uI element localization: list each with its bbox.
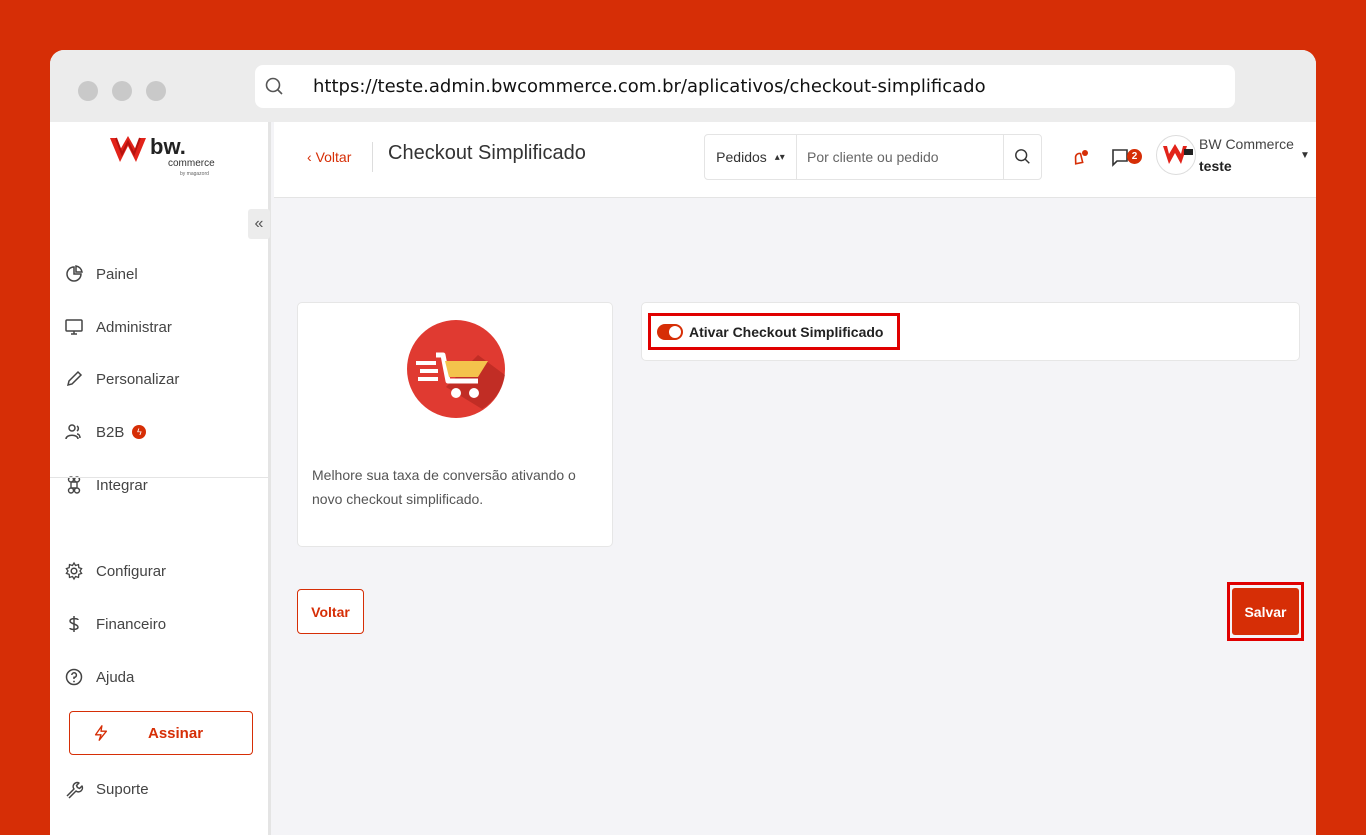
sidebar-item-configurar[interactable]: Configurar: [64, 556, 166, 586]
logo-byline: by magazord: [180, 171, 209, 177]
updown-caret-icon: ▴▾: [774, 151, 785, 163]
app-info-card: Melhore sua taxa de conversão ativando o…: [297, 302, 613, 547]
settings-card: Ativar Checkout Simplificado: [641, 302, 1300, 361]
address-bar[interactable]: https://teste.admin.bwcommerce.com.br/ap…: [255, 65, 1235, 108]
sidebar-item-label: Financeiro: [96, 615, 167, 633]
caret-down-icon[interactable]: ▼: [1300, 150, 1310, 161]
logo-wordmark: bw.: [150, 134, 186, 159]
url-text[interactable]: https://teste.admin.bwcommerce.com.br/ap…: [313, 76, 986, 97]
help-circle-icon: [65, 668, 83, 686]
pencil-icon: [66, 370, 83, 387]
admin-app: bw. commerce by magazord « Painel Admini…: [50, 122, 1316, 835]
window-close-dot[interactable]: [78, 81, 98, 101]
store-name[interactable]: teste: [1199, 158, 1232, 174]
back-button[interactable]: Voltar: [297, 589, 364, 634]
global-search: Pedidos ▴▾: [704, 134, 1042, 180]
double-chevron-left-icon: «: [254, 215, 264, 232]
subscribe-button[interactable]: Assinar: [69, 711, 253, 755]
bw-commerce-logo[interactable]: bw. commerce by magazord: [108, 130, 228, 180]
subscribe-button-label: Assinar: [148, 724, 204, 742]
notification-bell-icon[interactable]: [1069, 147, 1091, 169]
avatar[interactable]: [1156, 135, 1196, 175]
sidebar-item-label: Integrar: [96, 476, 148, 494]
header-divider: [372, 142, 373, 172]
browser-window: https://teste.admin.bwcommerce.com.br/ap…: [50, 50, 1316, 835]
search-input[interactable]: [807, 149, 1007, 165]
sidebar-item-integrar[interactable]: Integrar: [64, 470, 148, 500]
sidebar-divider: [50, 477, 271, 478]
sidebar-item-ajuda[interactable]: Ajuda: [64, 662, 134, 692]
window-minimize-dot[interactable]: [112, 81, 132, 101]
logo-subtext: commerce: [168, 158, 215, 169]
dollar-icon: [69, 616, 79, 632]
pie-chart-icon: [66, 265, 83, 282]
sidebar-item-label: Configurar: [96, 562, 167, 580]
search-scope-value: Pedidos: [716, 149, 767, 165]
store-logo-icon: [1163, 144, 1193, 164]
sidebar-item-administrar[interactable]: Administrar: [64, 312, 172, 342]
sidebar-item-personalizar[interactable]: Personalizar: [64, 364, 179, 394]
save-button[interactable]: Salvar: [1232, 588, 1299, 635]
shopping-cart-icon: [407, 320, 505, 418]
messages-count-badge: 2: [1127, 149, 1142, 164]
enable-checkout-toggle[interactable]: [657, 323, 683, 340]
collapse-sidebar-button[interactable]: «: [248, 209, 270, 239]
search-button[interactable]: [1003, 135, 1041, 179]
sidebar-item-label: Ajuda: [96, 668, 135, 686]
sidebar-item-label: Administrar: [96, 318, 172, 336]
sidebar-item-painel[interactable]: Painel: [64, 259, 138, 289]
premium-bolt-badge-icon: ϟ: [132, 425, 147, 439]
wrench-icon: [66, 781, 84, 799]
gear-icon: [65, 561, 83, 581]
app-description: Melhore sua taxa de conversão ativando o…: [312, 467, 576, 507]
lightning-bolt-icon: [94, 725, 108, 741]
chevron-left-icon: ‹: [307, 149, 316, 165]
search-icon: [1014, 149, 1030, 164]
sidebar-item-label: B2B: [96, 423, 125, 441]
enable-checkout-label[interactable]: Ativar Checkout Simplificado: [689, 324, 883, 340]
sidebar: bw. commerce by magazord « Painel Admini…: [50, 122, 271, 835]
sidebar-item-label: Painel: [96, 265, 138, 283]
sidebar-item-label: Personalizar: [96, 370, 180, 388]
back-link-label: Voltar: [315, 149, 352, 165]
browser-chrome: https://teste.admin.bwcommerce.com.br/ap…: [50, 50, 1316, 122]
users-icon: [65, 424, 81, 440]
sidebar-item-financeiro[interactable]: Financeiro: [64, 609, 166, 639]
top-bar: ‹ Voltar Checkout Simplificado Pedidos ▴…: [274, 122, 1316, 198]
sidebar-item-suporte[interactable]: Suporte: [64, 774, 149, 804]
sidebar-item-b2b[interactable]: B2B ϟ: [64, 417, 147, 447]
search-icon: [265, 77, 283, 95]
page-title: Checkout Simplificado: [388, 142, 586, 164]
highlighted-toggle-row[interactable]: Ativar Checkout Simplificado: [648, 313, 901, 350]
sidebar-item-label: Suporte: [96, 780, 149, 798]
command-icon: [67, 476, 81, 494]
search-scope-select[interactable]: Pedidos ▴▾: [705, 135, 797, 179]
user-name[interactable]: BW Commerce: [1199, 136, 1294, 152]
save-button-highlight: Salvar: [1227, 582, 1304, 641]
window-maximize-dot[interactable]: [146, 81, 166, 101]
monitor-icon: [65, 319, 83, 335]
back-link[interactable]: ‹ Voltar: [307, 149, 351, 165]
